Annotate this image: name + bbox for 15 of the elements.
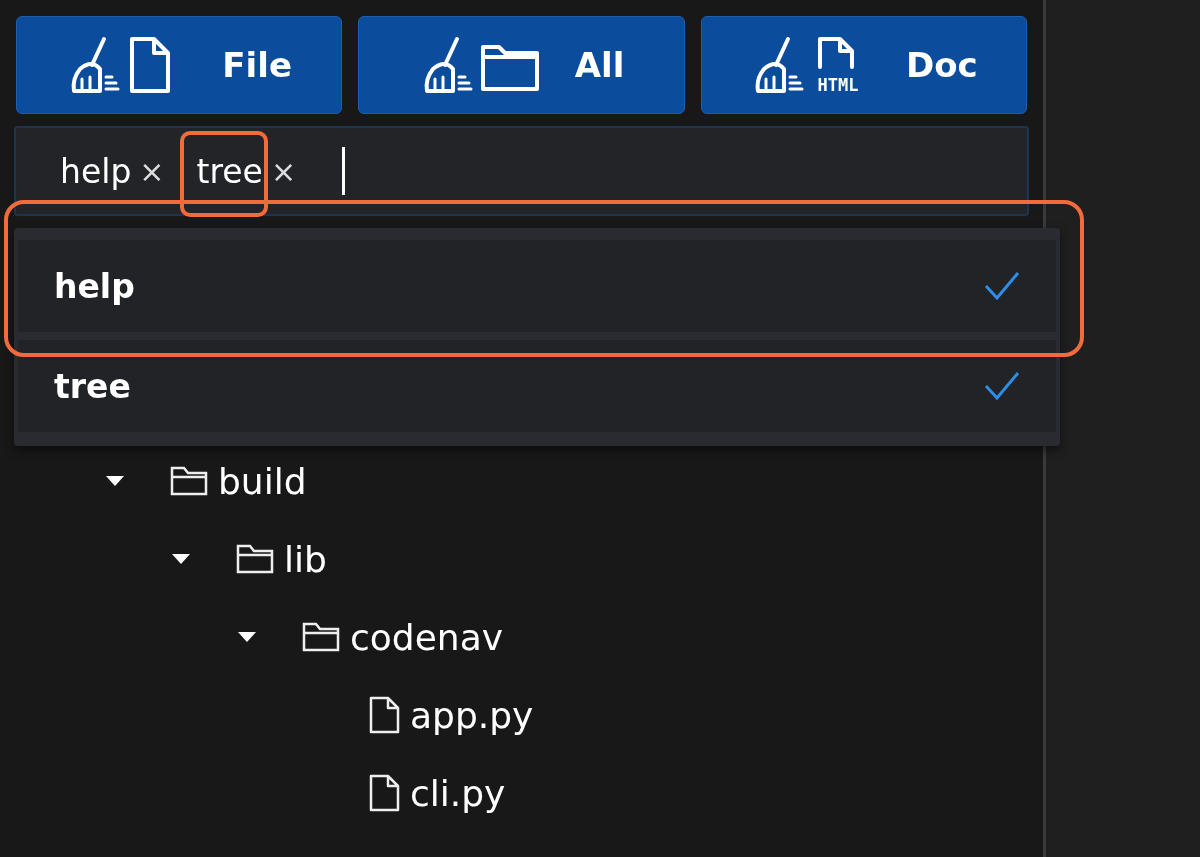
tag-label: tree bbox=[196, 151, 263, 191]
clean-button[interactable]: All bbox=[358, 16, 685, 114]
dropdown-option[interactable]: help bbox=[18, 240, 1056, 332]
remove-tag-button[interactable]: × bbox=[139, 153, 165, 189]
folder-name[interactable]: build bbox=[218, 460, 307, 502]
folder-name[interactable]: lib bbox=[284, 538, 327, 580]
tag-input-field[interactable]: help × tree × bbox=[14, 126, 1029, 216]
file-name[interactable]: app.py bbox=[410, 694, 534, 736]
file-name[interactable]: cli.py bbox=[410, 772, 506, 814]
clean-button[interactable]: HTML Doc bbox=[700, 16, 1027, 114]
tag-label: help bbox=[60, 151, 132, 191]
remove-tag-button[interactable]: × bbox=[270, 153, 296, 189]
dropdown-option[interactable]: tree bbox=[18, 340, 1056, 432]
folder-name[interactable]: codenav bbox=[350, 616, 503, 658]
clean-button[interactable]: File bbox=[16, 16, 343, 114]
